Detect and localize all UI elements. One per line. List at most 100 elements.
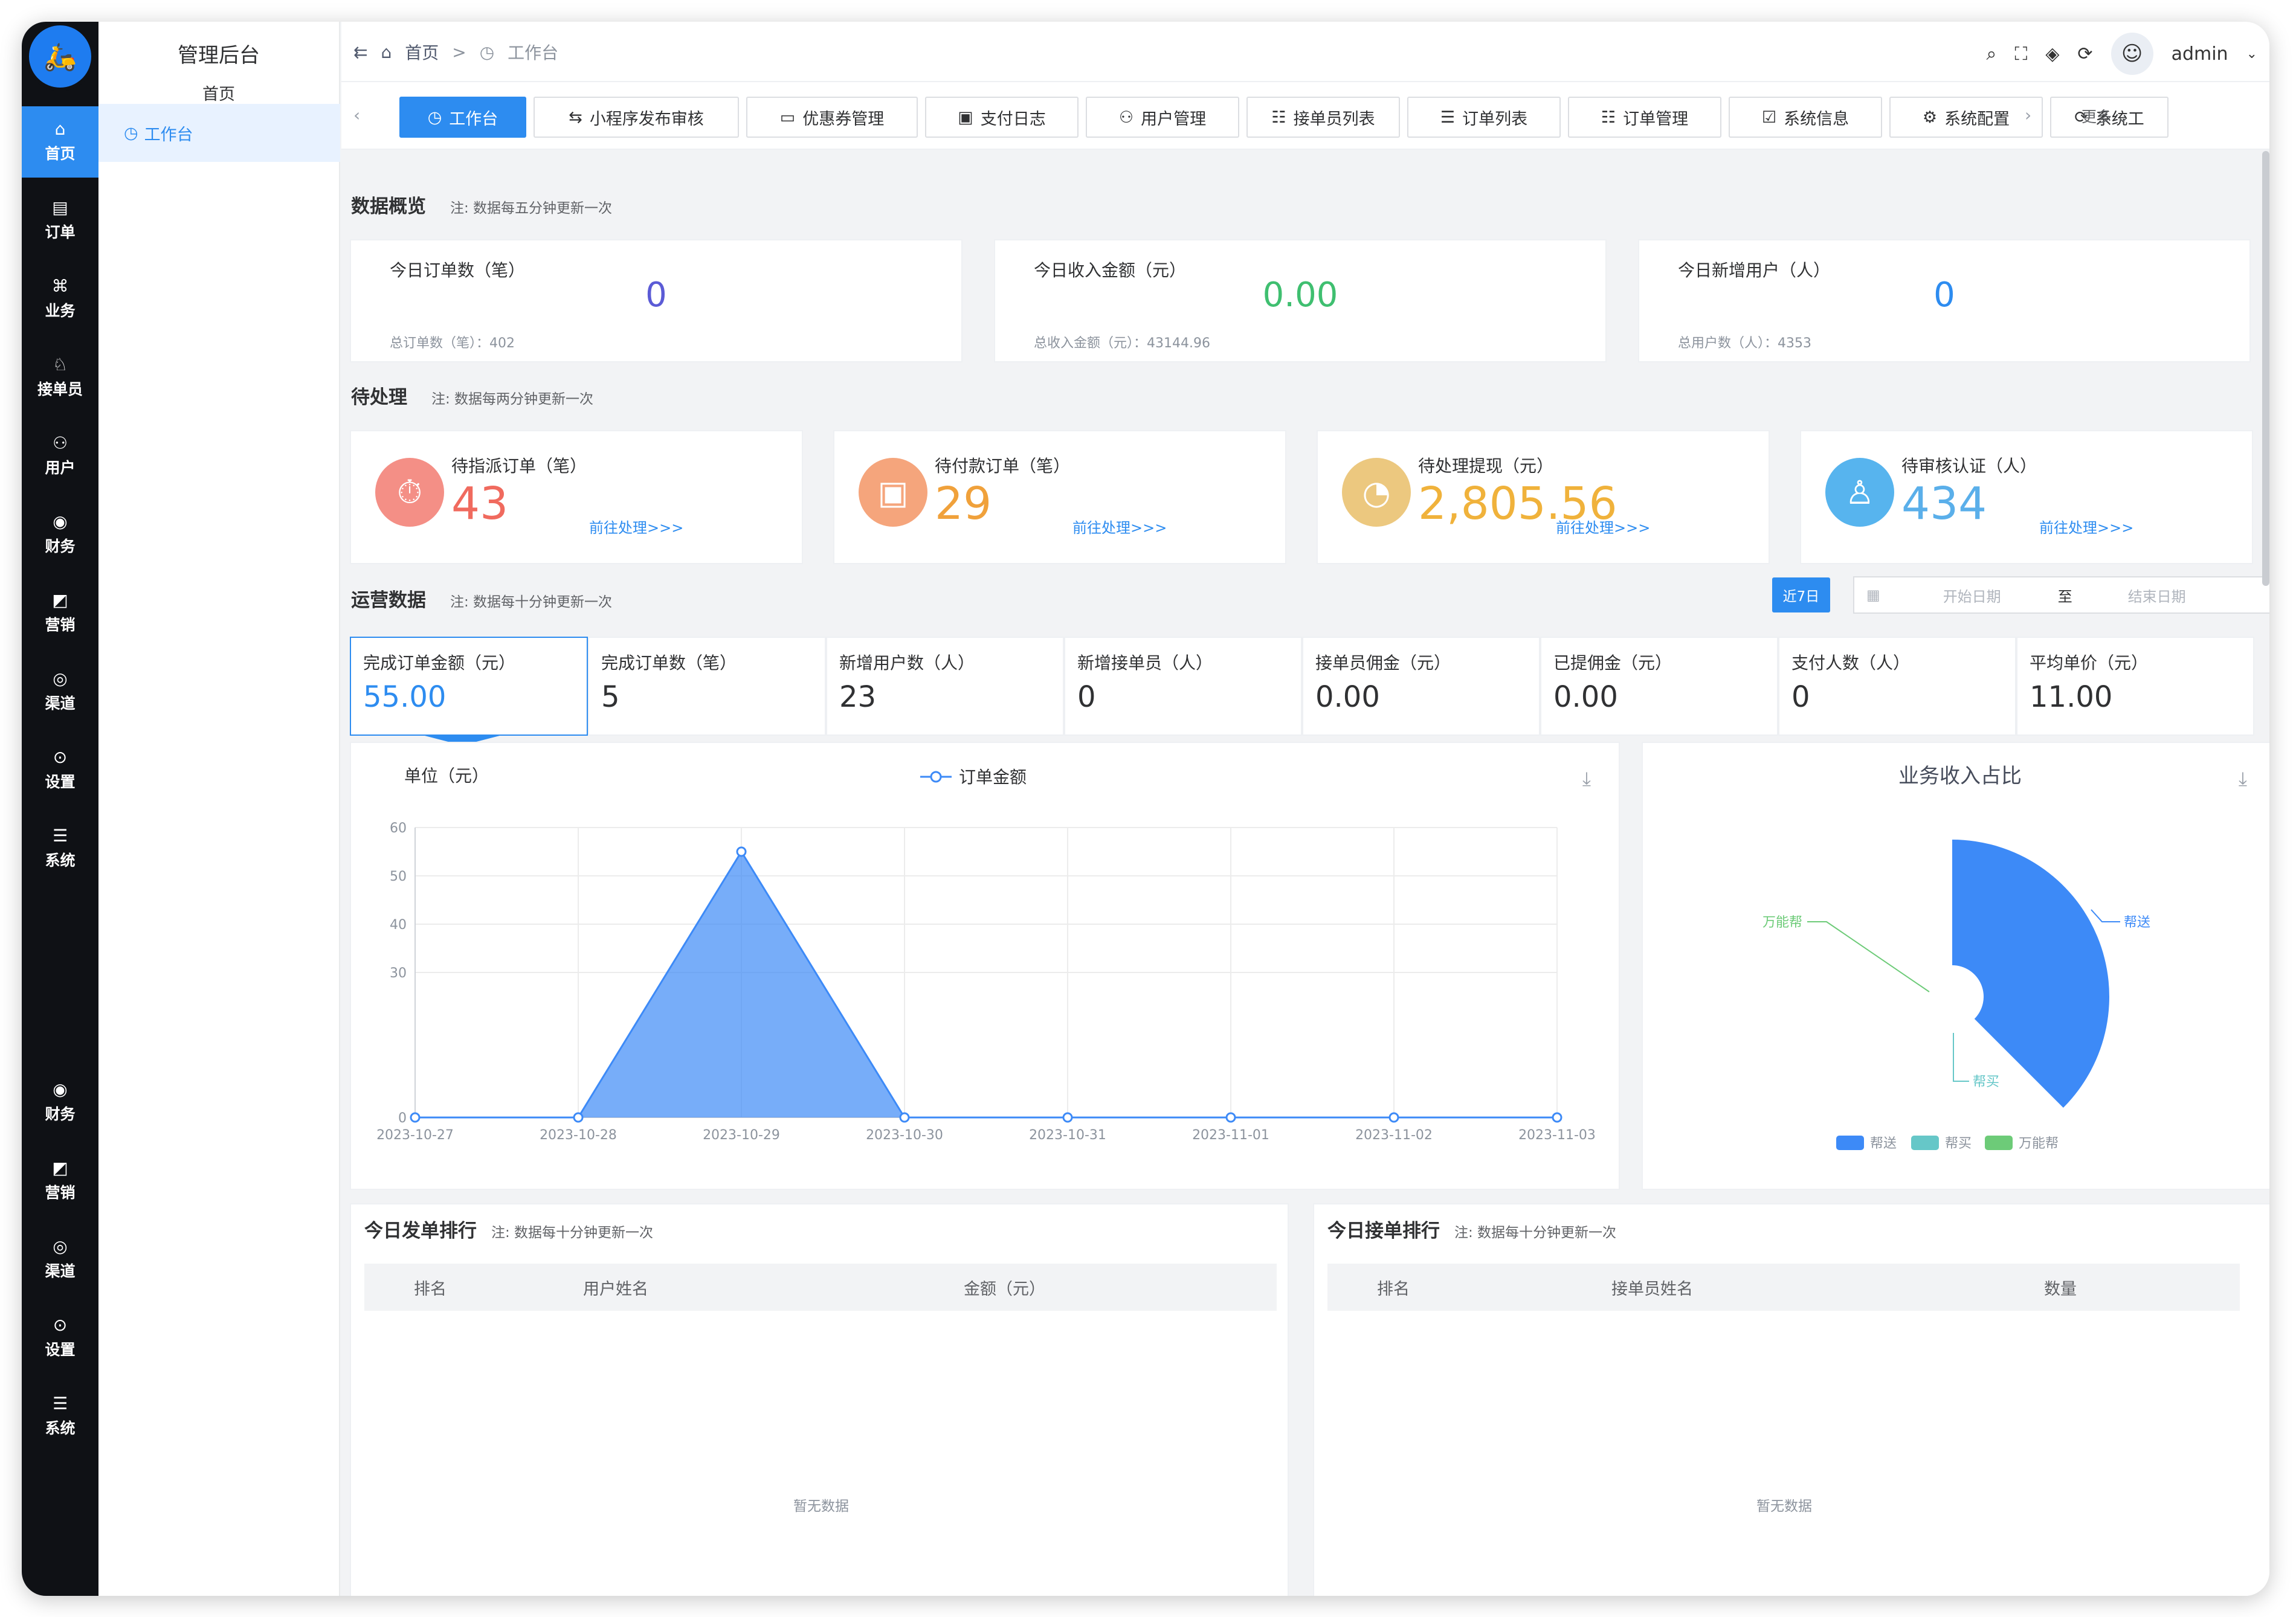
data-point[interactable] bbox=[1388, 1112, 1399, 1123]
legend-swatch[interactable] bbox=[1911, 1136, 1939, 1150]
data-point[interactable] bbox=[1062, 1112, 1073, 1123]
tab[interactable]: ⚇ 用户管理 bbox=[1086, 97, 1239, 138]
business-income-chart-card: 业务收入占比 帮送 帮买 万能帮 帮送 帮买 万能帮 ⤓ bbox=[1642, 742, 2269, 1190]
rail-item-label: 订单 bbox=[45, 223, 76, 241]
data-point[interactable] bbox=[573, 1112, 584, 1123]
operations-stat[interactable]: 新增接单员（人） 0 bbox=[1064, 637, 1302, 736]
sub-menu: 管理后台 首页 ◷ 工作台 bbox=[98, 22, 340, 1596]
start-date-input[interactable]: 开始日期 bbox=[1943, 585, 2001, 606]
section-note: 注: 数据每两分钟更新一次 bbox=[431, 391, 594, 407]
tab[interactable]: ☰ 订单列表 bbox=[1407, 97, 1561, 138]
legend-label[interactable]: 订单金额 bbox=[959, 767, 1027, 787]
rail-item[interactable]: ☰ 系统 bbox=[22, 813, 98, 884]
section-note: 注: 数据每十分钟更新一次 bbox=[491, 1225, 654, 1241]
tab-scroll-right-icon[interactable]: › bbox=[2025, 105, 2031, 125]
rail-item[interactable]: ☰ 系统 bbox=[22, 1381, 98, 1452]
legend-label[interactable]: 万能帮 bbox=[2019, 1136, 2059, 1151]
order-amount-chart: 0 30 40 50 60 2023-10-27 2023-10-28 2023-10-29 2… bbox=[376, 766, 1596, 1143]
send-ranking-header: 今日发单排行 注: 数据每十分钟更新一次 bbox=[364, 1215, 653, 1242]
data-point[interactable] bbox=[410, 1112, 421, 1123]
collapse-menu-icon[interactable]: ⇇ bbox=[353, 42, 367, 62]
scrollbar[interactable] bbox=[2262, 151, 2269, 586]
rail-item-icon: ⊙ bbox=[53, 1315, 68, 1335]
tabs-more-button[interactable]: 更多 ⌄ bbox=[2082, 105, 2129, 127]
sub-menu-item-workbench[interactable]: ◷ 工作台 bbox=[98, 104, 340, 162]
main-nav-rail: 🛵 ⌂ 首页 ▤ 订单 ⌘ 业务 ♘ 接单员 ⚇ 用户 ◉ 财务 ◩ 营销 ◎ 渠道 ⊙ 设置 ☰ 系统 ◉ 财务 ◩ 营销 ◎… bbox=[22, 22, 98, 1596]
operations-stat[interactable]: 已提佣金（元） 0.00 bbox=[1540, 637, 1778, 736]
goto-process-link[interactable]: 前往处理>>> bbox=[1556, 516, 1650, 537]
rail-item-icon: ⊙ bbox=[53, 747, 68, 767]
stat-label: 新增用户数（人） bbox=[839, 653, 975, 673]
rail-item[interactable]: ⌘ 业务 bbox=[22, 263, 98, 335]
section-title: 运营数据 bbox=[351, 590, 426, 611]
card-subtotal: 总收入金额（元）：43144.96 bbox=[1034, 336, 1210, 351]
tab[interactable]: ⇆ 小程序发布审核 bbox=[534, 97, 739, 138]
tab-icon: ☷ bbox=[1271, 108, 1286, 127]
operations-stat[interactable]: 平均单价（元） 11.00 bbox=[2016, 637, 2254, 736]
data-point[interactable] bbox=[1552, 1112, 1562, 1123]
data-point[interactable] bbox=[899, 1112, 910, 1123]
date-range-picker[interactable]: ▦ 开始日期 至 结束日期 bbox=[1853, 576, 2269, 614]
theme-icon[interactable]: ◈ bbox=[2045, 43, 2059, 65]
breadcrumb-home[interactable]: 首页 bbox=[405, 40, 439, 64]
range-7-days-button[interactable]: 近7日 bbox=[1772, 577, 1830, 612]
data-point[interactable] bbox=[736, 846, 747, 857]
data-point[interactable] bbox=[1225, 1112, 1236, 1123]
rail-item[interactable]: ⊙ 设置 bbox=[22, 1302, 98, 1374]
tab[interactable]: ▣ 支付日志 bbox=[925, 97, 1079, 138]
tab[interactable]: ☷ 接单员列表 bbox=[1246, 97, 1400, 138]
tab-icon: ▭ bbox=[779, 108, 796, 127]
rail-item-icon: ☰ bbox=[52, 1394, 68, 1413]
legend-swatch[interactable] bbox=[1985, 1136, 2013, 1150]
goto-process-link[interactable]: 前往处理>>> bbox=[589, 516, 683, 537]
card-label: 待指派订单（笔） bbox=[451, 456, 587, 476]
stat-value: 0.00 bbox=[1315, 680, 1380, 714]
operations-stat[interactable]: 完成订单金额（元） 55.00 bbox=[350, 637, 588, 736]
rail-item-icon: ◩ bbox=[52, 590, 68, 610]
rail-item[interactable]: ▤ 订单 bbox=[22, 185, 98, 256]
goto-process-link[interactable]: 前往处理>>> bbox=[1072, 516, 1167, 537]
tab[interactable]: ▭ 优惠券管理 bbox=[746, 97, 918, 138]
operations-stat[interactable]: 新增用户数（人） 23 bbox=[826, 637, 1064, 736]
legend-swatch[interactable] bbox=[1836, 1136, 1864, 1150]
rail-item[interactable]: ⌂ 首页 bbox=[22, 106, 98, 178]
legend-label[interactable]: 帮送 bbox=[1870, 1136, 1897, 1151]
tab[interactable]: ⚙ 系统配置 bbox=[1889, 97, 2043, 138]
rail-item[interactable]: ◎ 渠道 bbox=[22, 1224, 98, 1295]
rail-item-icon: ◎ bbox=[53, 669, 68, 689]
tab-label: 小程序发布审核 bbox=[589, 109, 704, 129]
pie-slice[interactable] bbox=[1952, 840, 2109, 1108]
rail-item[interactable]: ◉ 财务 bbox=[22, 499, 98, 570]
rail-item[interactable]: ◩ 营销 bbox=[22, 577, 98, 649]
operations-stat[interactable]: 完成订单数（笔） 5 bbox=[588, 637, 826, 736]
rail-item[interactable]: ◩ 营销 bbox=[22, 1145, 98, 1217]
goto-process-link[interactable]: 前往处理>>> bbox=[2039, 516, 2133, 537]
operations-stat[interactable]: 接单员佣金（元） 0.00 bbox=[1302, 637, 1540, 736]
app-logo[interactable]: 🛵 bbox=[25, 22, 95, 91]
pending-header: 待处理 注: 数据每两分钟更新一次 bbox=[351, 382, 593, 409]
stat-label: 已提佣金（元） bbox=[1553, 653, 1672, 673]
tab[interactable]: ☷ 订单管理 bbox=[1568, 97, 1721, 138]
rail-item-label: 系统 bbox=[45, 1419, 76, 1437]
rail-item[interactable]: ◉ 财务 bbox=[22, 1067, 98, 1138]
tab[interactable]: ◷ 工作台 bbox=[399, 97, 526, 138]
end-date-input[interactable]: 结束日期 bbox=[2128, 585, 2186, 606]
refresh-icon[interactable]: ⟳ bbox=[2077, 43, 2092, 65]
tab[interactable]: ☑ 系统信息 bbox=[1729, 97, 1882, 138]
rail-item[interactable]: ⚇ 用户 bbox=[22, 420, 98, 492]
legend-label[interactable]: 帮买 bbox=[1945, 1136, 1972, 1151]
download-icon[interactable]: ⤓ bbox=[2239, 767, 2247, 791]
fullscreen-icon[interactable]: ⛶ bbox=[2014, 43, 2027, 65]
download-icon[interactable]: ⤓ bbox=[1582, 767, 1591, 791]
tab-scroll-left-icon[interactable]: ‹ bbox=[353, 105, 360, 125]
tab-label: 支付日志 bbox=[980, 109, 1046, 129]
rail-item[interactable]: ⊙ 设置 bbox=[22, 735, 98, 806]
user-name[interactable]: admin bbox=[2172, 43, 2228, 65]
avatar[interactable]: ☺ bbox=[2111, 33, 2153, 75]
operations-stat[interactable]: 支付人数（人） 0 bbox=[1778, 637, 2016, 736]
chevron-down-icon[interactable]: ⌄ bbox=[2246, 47, 2257, 62]
rail-item[interactable]: ◎ 渠道 bbox=[22, 656, 98, 727]
search-icon[interactable]: ⌕ bbox=[1987, 43, 1997, 65]
dashboard-content: 数据概览 注: 数据每五分钟更新一次 今日订单数（笔） 0 总订单数（笔）：402 今… bbox=[341, 151, 2269, 1596]
rail-item[interactable]: ♘ 接单员 bbox=[22, 342, 98, 413]
